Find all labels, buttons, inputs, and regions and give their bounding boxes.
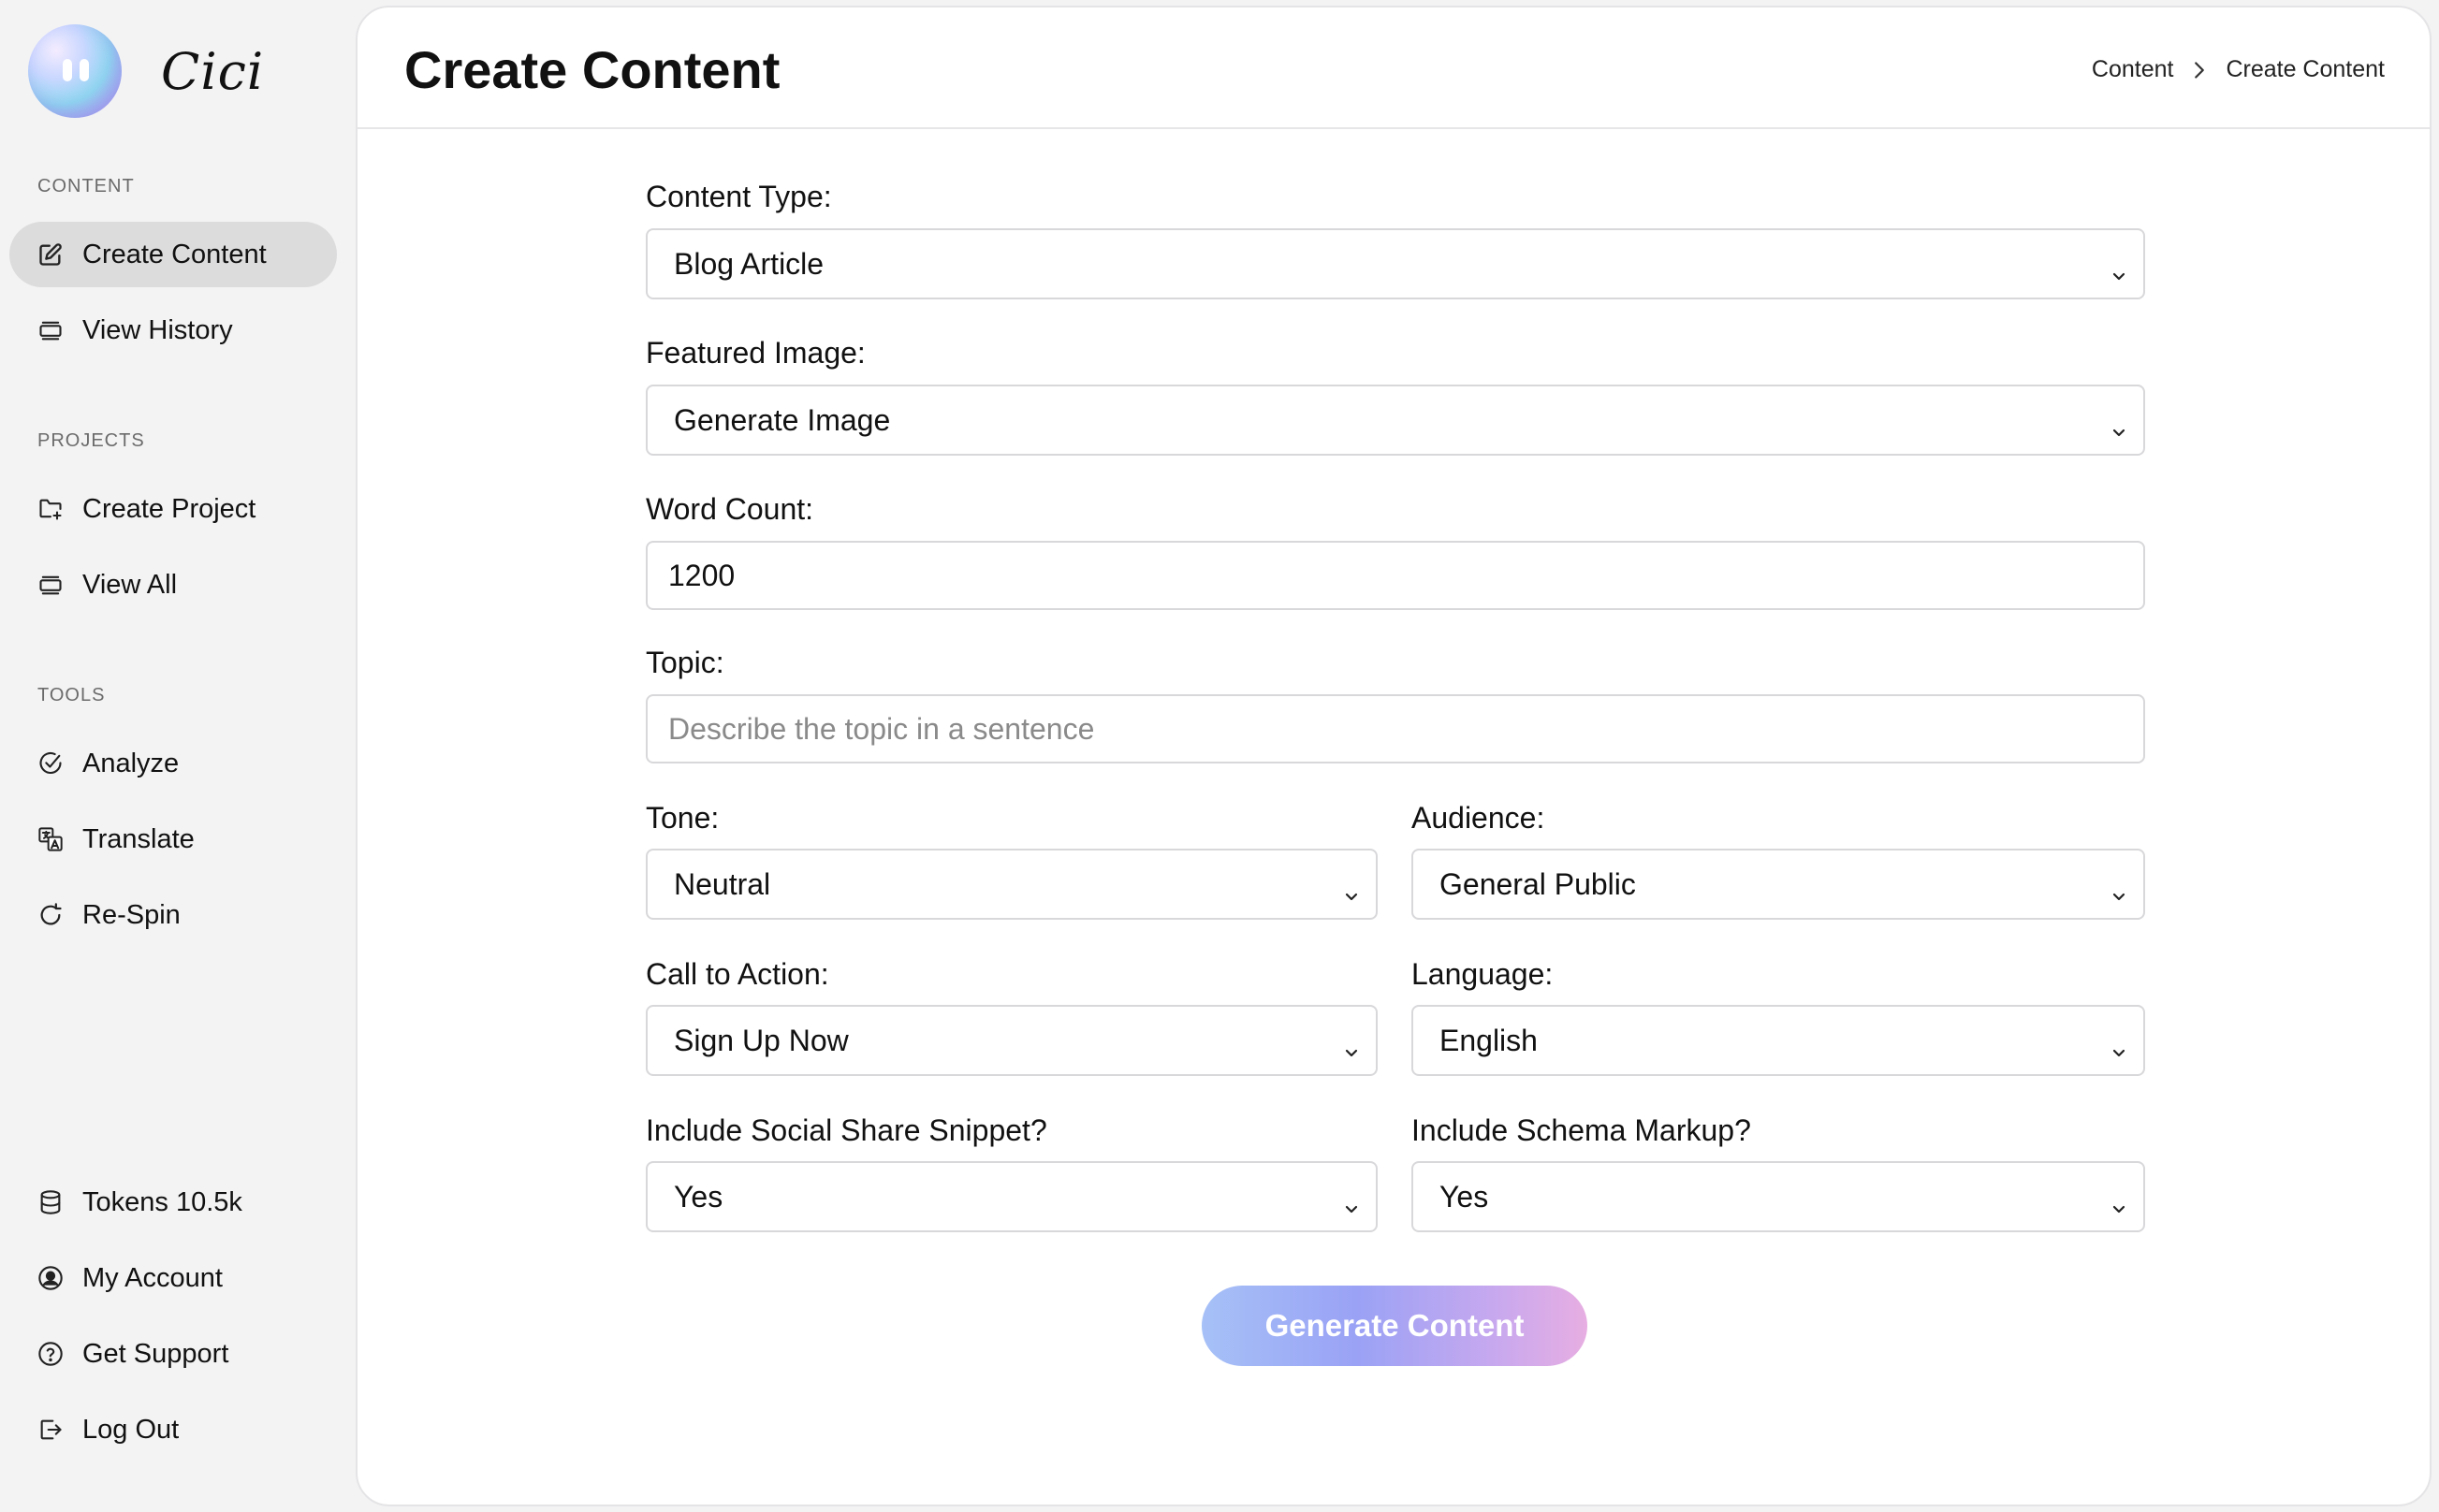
section-label-tools: TOOLS <box>37 685 106 705</box>
call-to-action-select[interactable]: Sign Up Now <box>646 1005 1378 1076</box>
audience-value: General Public <box>1439 866 1636 901</box>
sidebar-item-label: Tokens 10.5k <box>82 1186 242 1217</box>
chevron-down-icon <box>2110 1033 2128 1057</box>
refresh-icon <box>37 902 64 928</box>
sidebar-item-label: Translate <box>82 823 195 854</box>
language-value: English <box>1439 1023 1538 1057</box>
sidebar-item-label: Analyze <box>82 748 180 778</box>
sidebar-item-my-account[interactable]: My Account <box>9 1245 337 1311</box>
chevron-down-icon <box>1342 1033 1361 1057</box>
schema-markup-label: Include Schema Markup? <box>1411 1113 1751 1147</box>
sidebar-item-re-spin[interactable]: Re-Spin <box>9 882 337 948</box>
sidebar-item-view-history[interactable]: View History <box>9 298 337 363</box>
section-label-projects: PROJECTS <box>37 430 145 451</box>
content-type-select[interactable]: Blog Article <box>646 228 2145 299</box>
featured-image-value: Generate Image <box>674 402 891 437</box>
page-title: Create Content <box>404 40 781 99</box>
logo-orb-icon <box>28 24 122 118</box>
tone-value: Neutral <box>674 866 771 901</box>
tone-select[interactable]: Neutral <box>646 849 1378 920</box>
audience-label: Audience: <box>1411 801 1545 835</box>
sidebar-item-create-project[interactable]: Create Project <box>9 476 337 542</box>
sidebar-item-label: Log Out <box>82 1414 180 1445</box>
sidebar-item-label: Create Content <box>82 239 267 269</box>
stack-icon <box>37 317 64 343</box>
word-count-input[interactable]: 1200 <box>646 541 2145 610</box>
call-to-action-value: Sign Up Now <box>674 1023 849 1057</box>
language-label: Language: <box>1411 957 1554 991</box>
sidebar-item-view-all[interactable]: View All <box>9 552 337 618</box>
sidebar-item-analyze[interactable]: Analyze <box>9 731 337 796</box>
sidebar-item-tokens[interactable]: Tokens 10.5k <box>9 1170 337 1235</box>
chevron-down-icon <box>1342 1189 1361 1214</box>
sidebar-item-create-content[interactable]: Create Content <box>9 222 337 287</box>
chevron-down-icon <box>2110 256 2128 281</box>
help-circle-icon <box>37 1341 64 1367</box>
sidebar-item-label: Get Support <box>82 1338 229 1369</box>
edit-icon <box>37 241 64 268</box>
check-circle-icon <box>37 750 64 777</box>
schema-markup-select[interactable]: Yes <box>1411 1161 2145 1232</box>
word-count-label: Word Count: <box>646 492 814 526</box>
language-select[interactable]: English <box>1411 1005 2145 1076</box>
chevron-down-icon <box>2110 413 2128 437</box>
featured-image-select[interactable]: Generate Image <box>646 385 2145 456</box>
chevron-down-icon <box>2110 1189 2128 1214</box>
word-count-value: 1200 <box>668 558 736 592</box>
chevron-down-icon <box>2110 877 2128 901</box>
section-label-content: CONTENT <box>37 176 135 196</box>
stack-icon <box>37 572 64 598</box>
topic-placeholder: Describe the topic in a sentence <box>668 711 1095 746</box>
translate-icon <box>37 826 64 852</box>
main-panel: Create Content Content Create Content Co… <box>356 6 2432 1506</box>
social-snippet-value: Yes <box>674 1179 723 1214</box>
breadcrumb-item-current: Create Content <box>2226 56 2385 82</box>
call-to-action-label: Call to Action: <box>646 957 829 991</box>
generate-content-button[interactable]: Generate Content <box>1202 1286 1587 1366</box>
sidebar-item-label: Re-Spin <box>82 899 181 930</box>
folder-plus-icon <box>37 496 64 522</box>
topic-input[interactable]: Describe the topic in a sentence <box>646 694 2145 763</box>
sidebar-item-log-out[interactable]: Log Out <box>9 1397 337 1462</box>
sidebar-item-get-support[interactable]: Get Support <box>9 1321 337 1387</box>
sidebar-item-label: My Account <box>82 1262 223 1293</box>
featured-image-label: Featured Image: <box>646 336 866 370</box>
tone-label: Tone: <box>646 801 720 835</box>
audience-select[interactable]: General Public <box>1411 849 2145 920</box>
breadcrumb-item-content[interactable]: Content <box>2092 56 2174 83</box>
topic-label: Topic: <box>646 646 724 679</box>
breadcrumb: Content Create Content <box>2092 56 2385 83</box>
social-snippet-label: Include Social Share Snippet? <box>646 1113 1047 1147</box>
app-logo[interactable]: Cici <box>28 24 264 118</box>
chevron-down-icon <box>1342 877 1361 901</box>
user-circle-icon <box>37 1265 64 1291</box>
sidebar-item-label: View History <box>82 314 233 345</box>
sidebar-item-label: Create Project <box>82 493 256 524</box>
schema-markup-value: Yes <box>1439 1179 1489 1214</box>
chevron-right-icon <box>2192 61 2207 80</box>
sidebar-item-label: View All <box>82 569 178 600</box>
sidebar-item-translate[interactable]: Translate <box>9 807 337 872</box>
social-snippet-select[interactable]: Yes <box>646 1161 1378 1232</box>
app-name: Cici <box>161 41 265 101</box>
content-type-label: Content Type: <box>646 180 832 213</box>
content-type-value: Blog Article <box>674 246 825 281</box>
page-header: Create Content Content Create Content <box>358 7 2430 129</box>
sidebar: Cici CONTENT Create Content View History… <box>0 0 356 1512</box>
database-icon <box>37 1189 64 1215</box>
logout-icon <box>37 1417 64 1443</box>
